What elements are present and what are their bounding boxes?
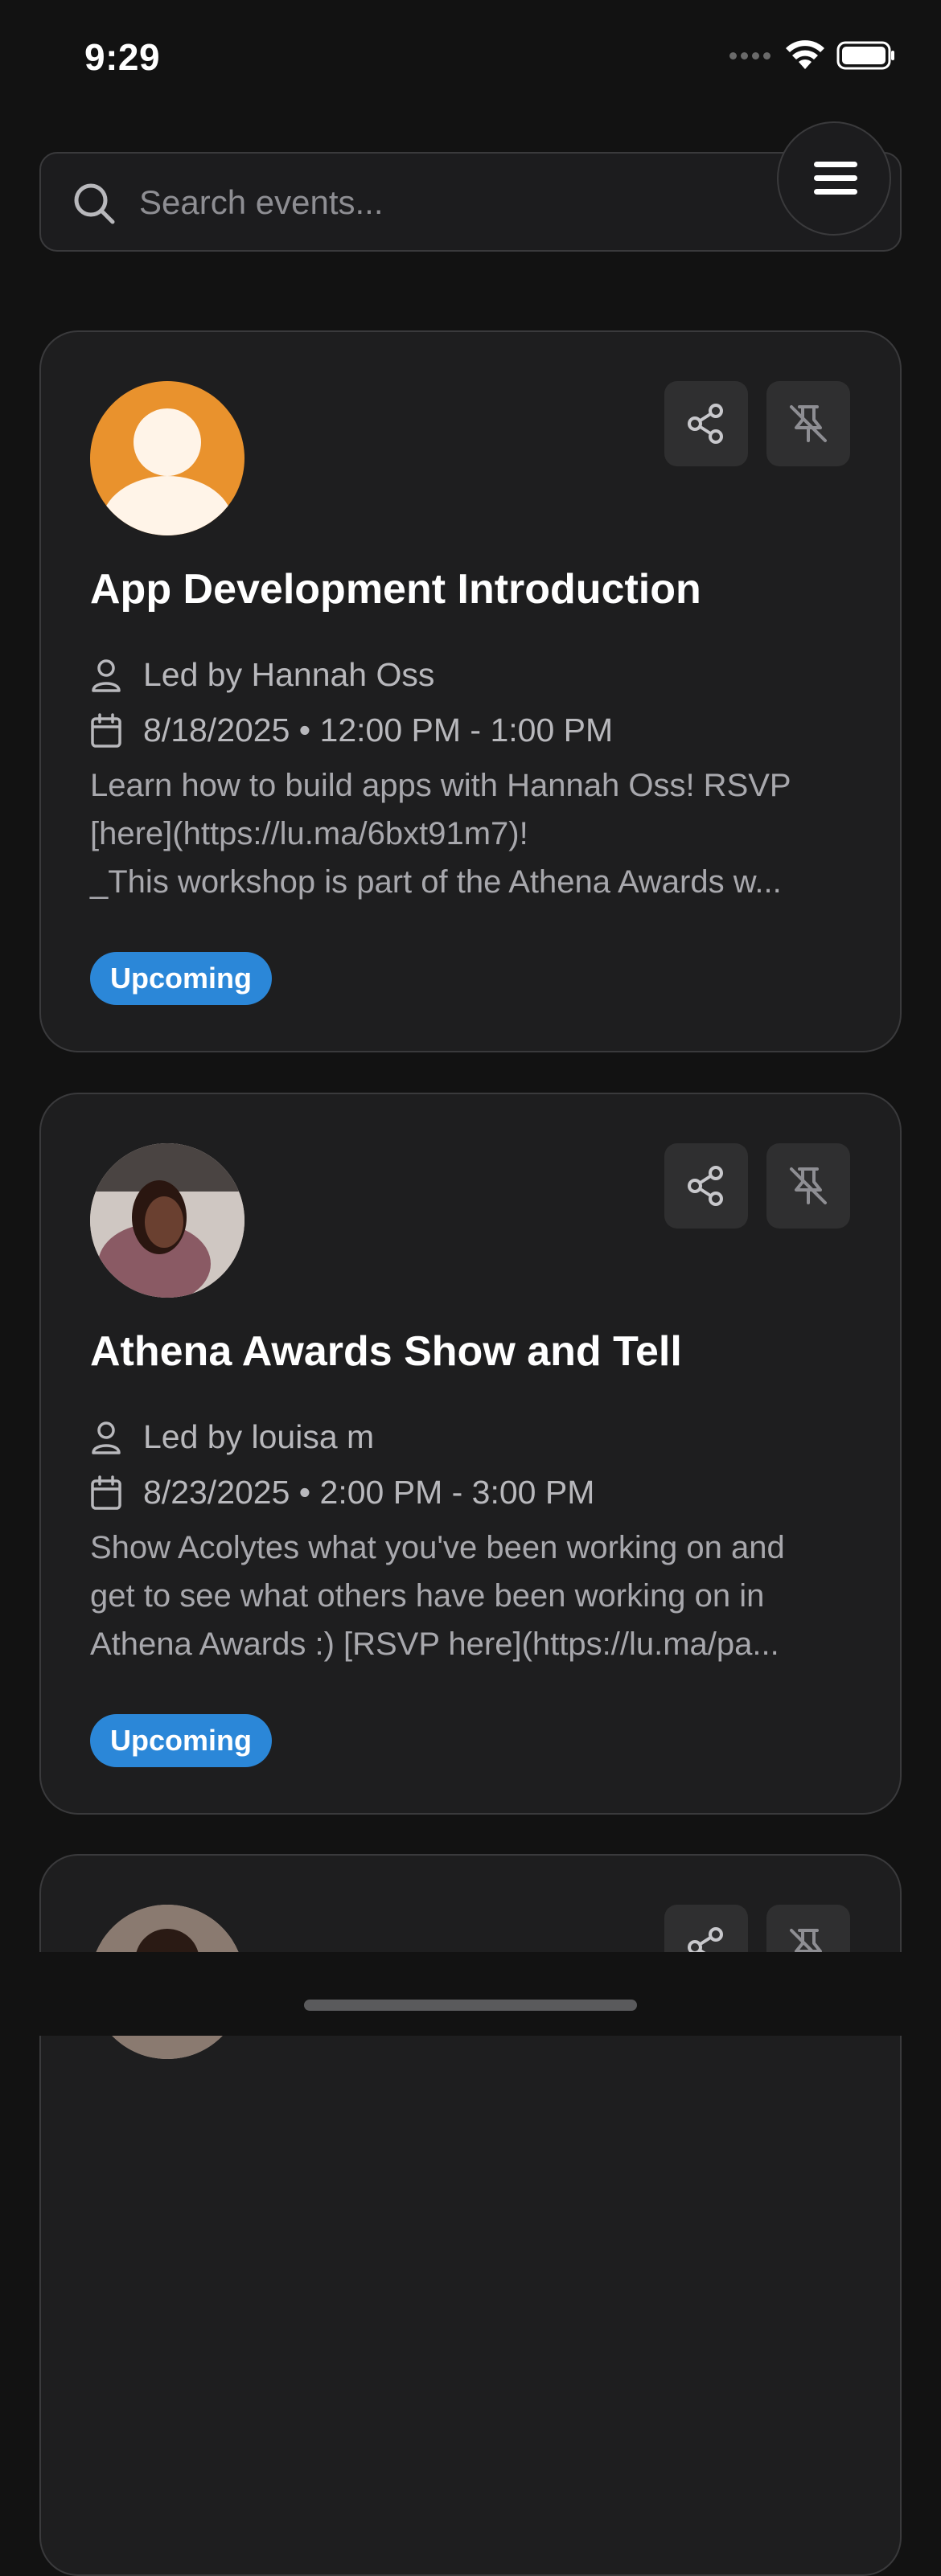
- home-indicator[interactable]: [304, 2000, 637, 2011]
- hamburger-menu-icon: [814, 162, 857, 195]
- search-icon: [74, 183, 115, 224]
- share-button[interactable]: [664, 381, 748, 466]
- event-datetime: 8/23/2025 • 2:00 PM - 3:00 PM: [143, 1474, 595, 1511]
- unpin-button[interactable]: [766, 1143, 850, 1229]
- event-date-row: 8/23/2025 • 2:00 PM - 3:00 PM: [90, 1474, 594, 1512]
- search-bar[interactable]: [39, 152, 902, 252]
- calendar-icon: [91, 712, 121, 748]
- event-leader: Led by Hannah Oss: [143, 656, 435, 693]
- status-icons: [729, 40, 896, 71]
- menu-button[interactable]: [777, 121, 891, 236]
- event-card[interactable]: App Development Introduction Led by Hann…: [39, 330, 902, 1052]
- event-leader: Led by louisa m: [143, 1418, 375, 1455]
- default-avatar-icon: [90, 381, 244, 535]
- event-leader-row: Led by Hannah Oss: [90, 656, 434, 694]
- calendar-icon: [91, 1475, 121, 1510]
- person-icon: [92, 1421, 121, 1454]
- event-date-row: 8/18/2025 • 12:00 PM - 1:00 PM: [90, 712, 613, 749]
- share-button[interactable]: [664, 1143, 748, 1229]
- bottom-safe-area: [0, 1952, 941, 2036]
- person-icon: [92, 658, 121, 692]
- status-badge: Upcoming: [90, 1714, 272, 1767]
- event-leader-row: Led by louisa m: [90, 1418, 374, 1456]
- pin-off-icon: [790, 405, 827, 442]
- event-description: Show Acolytes what you've been working o…: [90, 1530, 785, 1662]
- search-input[interactable]: [138, 170, 768, 236]
- status-bar: 9:29: [0, 0, 941, 113]
- event-description: Learn how to build apps with Hannah Oss!…: [90, 768, 791, 900]
- wifi-icon: [786, 40, 824, 69]
- pin-off-icon: [790, 1167, 827, 1204]
- status-time: 9:29: [84, 36, 161, 78]
- share-icon: [688, 1166, 723, 1206]
- battery-icon: [836, 41, 894, 70]
- event-datetime: 8/18/2025 • 12:00 PM - 1:00 PM: [143, 712, 614, 749]
- share-icon: [688, 404, 723, 444]
- status-badge: Upcoming: [90, 952, 272, 1005]
- event-card[interactable]: Athena Awards Show and Tell Led by louis…: [39, 1093, 902, 1815]
- cellular-signal-icon: [729, 51, 770, 59]
- event-title: App Development Introduction: [90, 566, 701, 613]
- event-title: Athena Awards Show and Tell: [90, 1328, 682, 1375]
- unpin-button[interactable]: [766, 381, 850, 466]
- profile-photo: [90, 1143, 244, 1298]
